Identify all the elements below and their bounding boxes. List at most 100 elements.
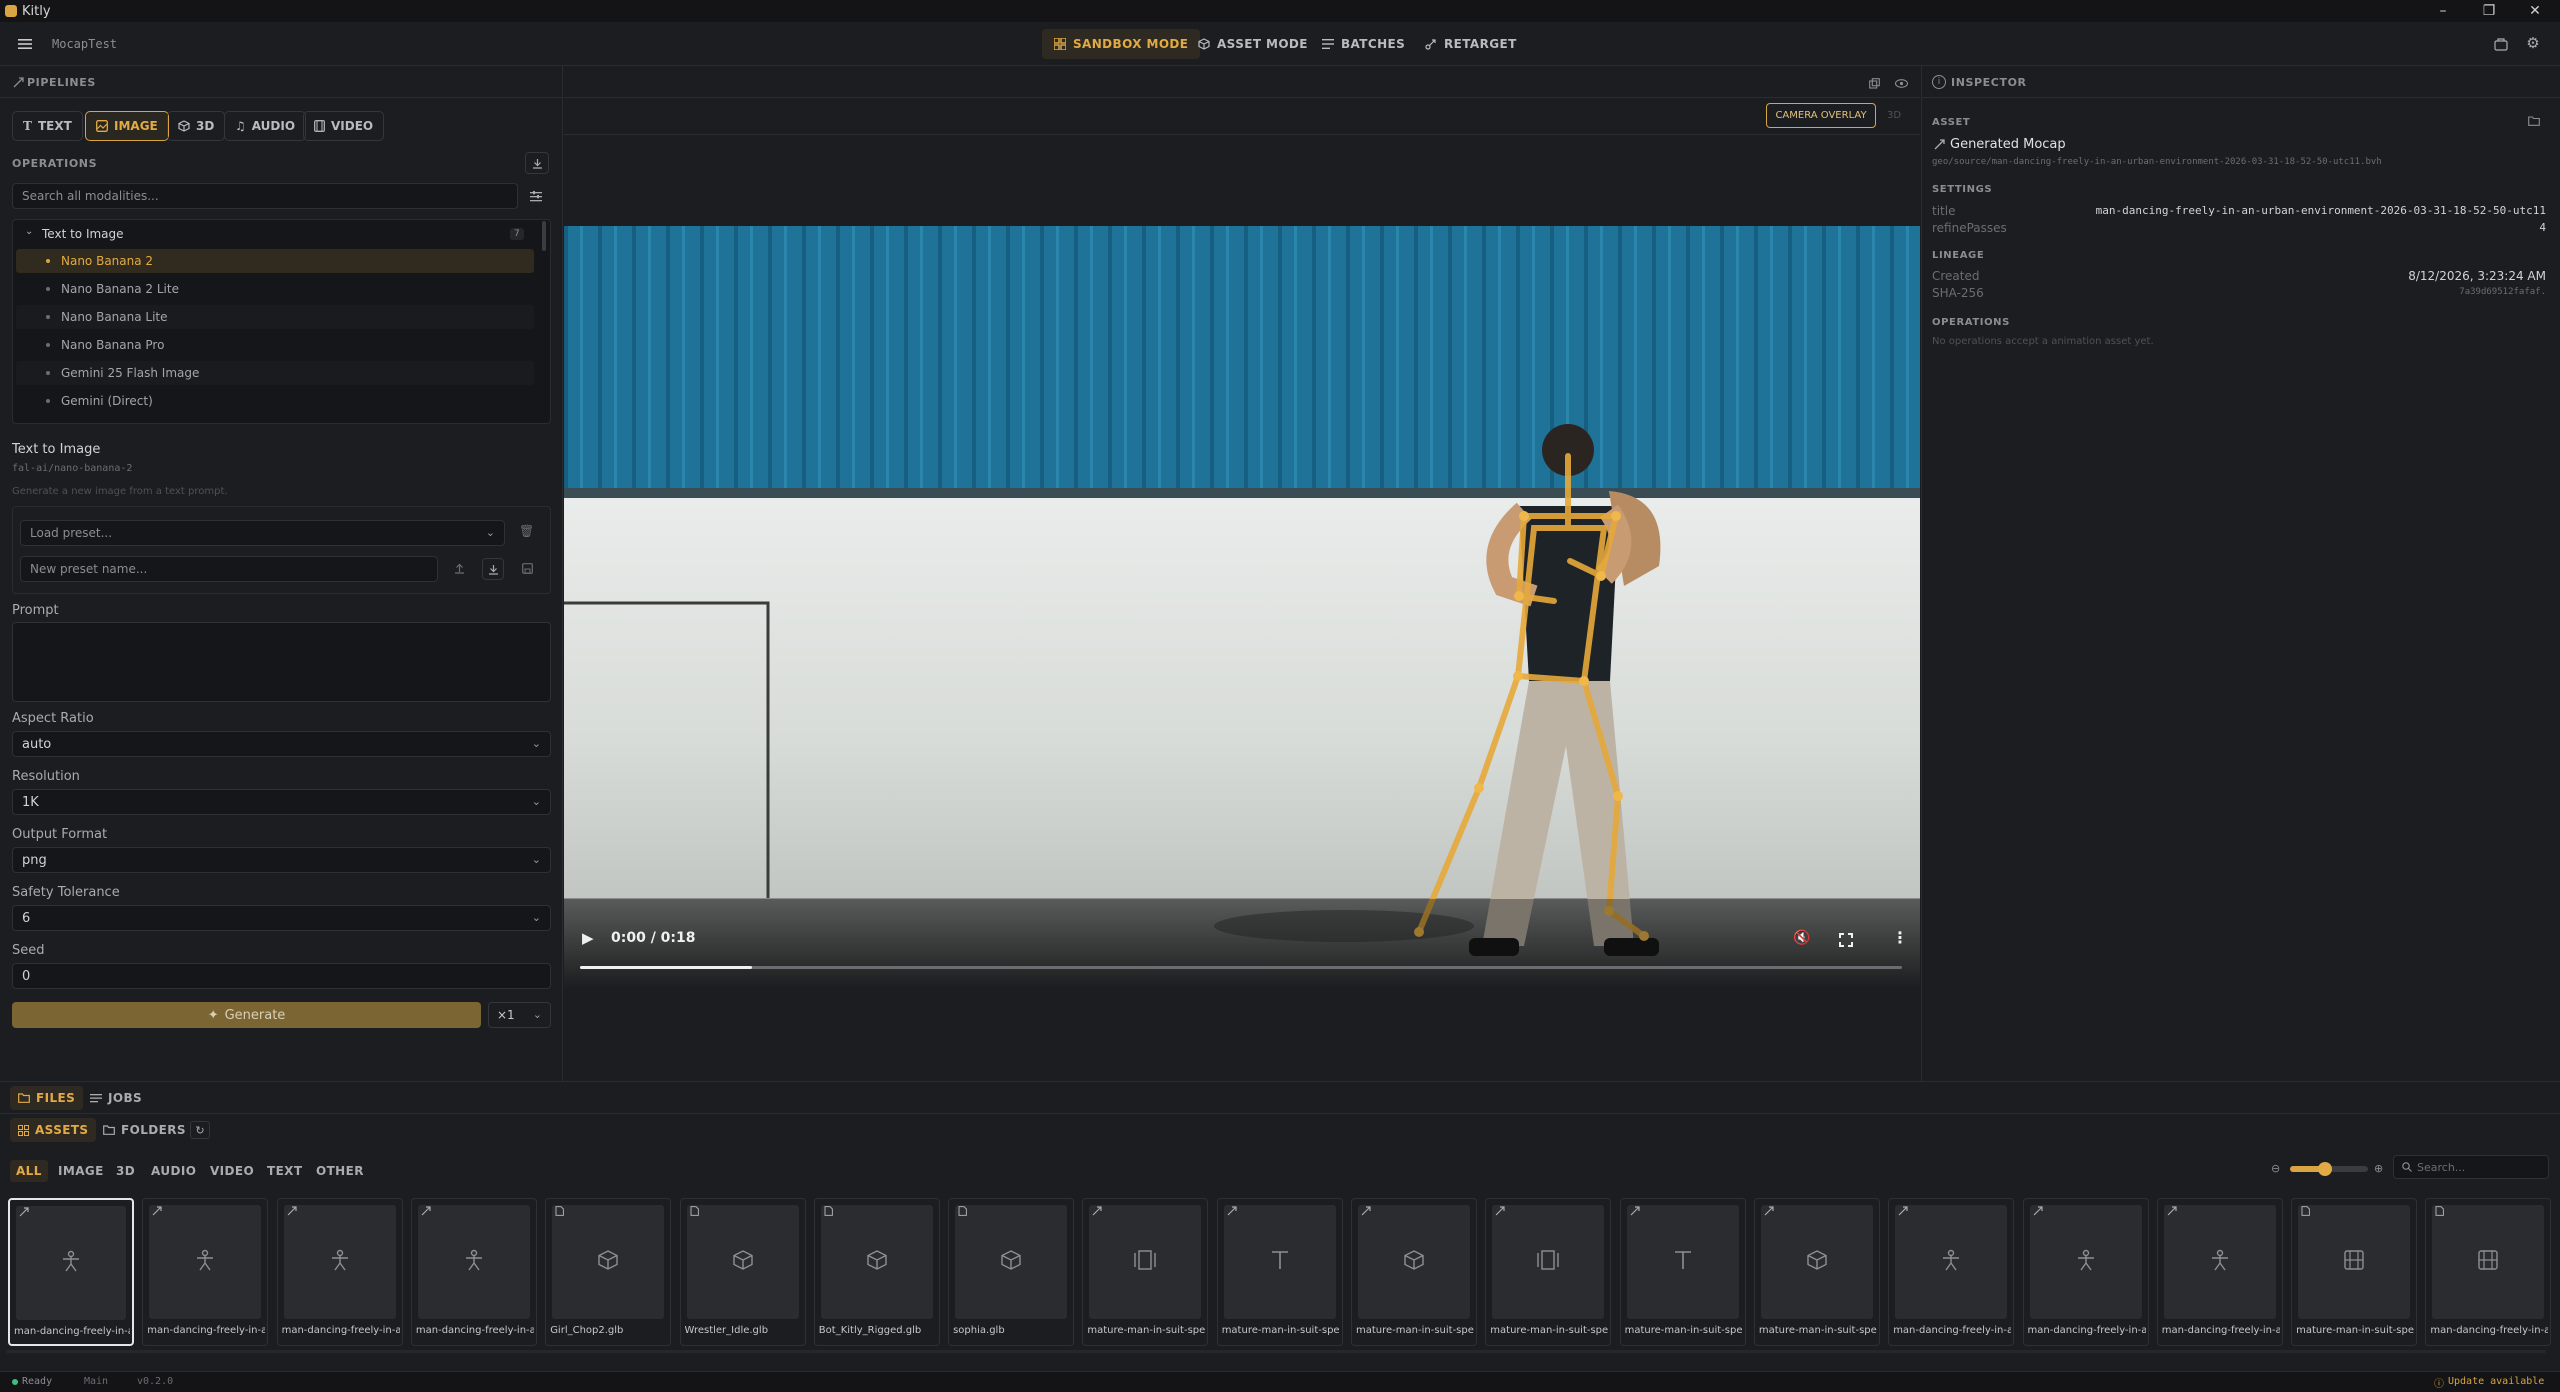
chevron-down-icon[interactable]: ⌄ <box>25 226 33 237</box>
more-options-icon[interactable]: ⋮ <box>1892 928 1908 947</box>
asset-tile[interactable]: Girl_Chop2.glb <box>545 1198 672 1346</box>
zoom-in-icon[interactable]: ⊕ <box>2374 1162 2383 1175</box>
asset-tile[interactable]: mature-man-in-suit-speaking <box>1216 1198 1343 1346</box>
asset-tile[interactable]: man-dancing-freely-in-an-urban <box>2425 1198 2552 1346</box>
asset-tile[interactable]: man-dancing-freely-in-an-urban <box>410 1198 537 1346</box>
modality-tab-3d[interactable]: 3D <box>167 111 226 141</box>
tab-jobs[interactable]: JOBS <box>82 1086 150 1110</box>
tab-assets[interactable]: ASSETS <box>10 1118 97 1142</box>
operations-search-input[interactable]: Search all modalities... <box>12 183 518 209</box>
asset-tile[interactable]: man-dancing-freely-in-an-urban <box>8 1198 134 1346</box>
chevron-down-icon: ⌄ <box>485 526 495 539</box>
filter-3d[interactable]: 3D <box>110 1160 141 1182</box>
modality-tab-video[interactable]: VIDEO <box>303 111 385 141</box>
filter-video[interactable]: VIDEO <box>204 1160 260 1182</box>
asset-tile[interactable]: Bot_Kitly_Rigged.glb <box>813 1198 940 1346</box>
filter-audio[interactable]: AUDIO <box>145 1160 202 1182</box>
asset-tile[interactable]: man-dancing-freely-in-an-urban <box>142 1198 269 1346</box>
camera-overlay-button[interactable]: CAMERA OVERLAY <box>1766 103 1876 128</box>
modality-tab-image[interactable]: IMAGE <box>85 111 169 141</box>
operation-item[interactable]: Gemini (Direct) <box>16 389 534 413</box>
modality-tab-text[interactable]: T TEXT <box>12 111 83 141</box>
filter-image[interactable]: IMAGE <box>52 1160 110 1182</box>
modality-tab-audio[interactable]: ♫ AUDIO <box>224 111 307 141</box>
refresh-icon[interactable]: ↻ <box>190 1121 210 1139</box>
gear-icon[interactable]: ⚙ <box>2525 34 2541 52</box>
asset-tile[interactable]: man-dancing-freely-in-an-urban <box>2022 1198 2149 1346</box>
tab-sandbox-mode[interactable]: SANDBOX MODE <box>1042 29 1201 59</box>
mute-icon[interactable]: 🔇 <box>1793 930 1810 946</box>
grid-icon <box>18 1124 29 1136</box>
output-format-label: Output Format <box>12 827 108 842</box>
asset-tile[interactable]: mature-man-in-suit-speaking <box>1485 1198 1612 1346</box>
generate-button[interactable]: ✦ Generate <box>12 1002 481 1028</box>
asset-name: mature-man-in-suit-speaking <box>1624 1325 1743 1336</box>
close-window-button[interactable]: ✕ <box>2512 0 2558 22</box>
tab-batches[interactable]: BATCHES <box>1310 29 1417 59</box>
operations-scrollbar[interactable] <box>542 221 546 251</box>
update-available-link[interactable]: Update available <box>2448 1376 2544 1387</box>
operation-item[interactable]: Nano Banana 2 Lite <box>16 277 534 301</box>
operation-item[interactable]: Gemini 25 Flash Image <box>16 361 534 385</box>
preset-name-input[interactable]: New preset name... <box>20 556 438 582</box>
asset-tile[interactable]: mature-man-in-suit-speaking <box>2291 1198 2418 1346</box>
filter-text[interactable]: TEXT <box>261 1160 308 1182</box>
asset-tile[interactable]: mature-man-in-suit-speaking <box>1082 1198 1209 1346</box>
prompt-textarea[interactable] <box>12 622 551 702</box>
zoom-slider[interactable] <box>2290 1162 2368 1176</box>
minimize-button[interactable]: – <box>2420 0 2466 22</box>
filter-all[interactable]: ALL <box>10 1160 48 1182</box>
asset-tile[interactable]: mature-man-in-suit-speaking <box>1753 1198 1880 1346</box>
3d-mode-button[interactable]: 3D <box>1887 110 1901 121</box>
asset-tile[interactable]: sophia.glb <box>948 1198 1075 1346</box>
output-format-select[interactable]: png ⌄ <box>12 847 551 873</box>
load-preset-select[interactable]: Load preset... ⌄ <box>20 520 505 546</box>
zoom-out-icon[interactable]: ⊖ <box>2271 1162 2280 1175</box>
safety-tolerance-select[interactable]: 6 ⌄ <box>12 905 551 931</box>
asset-search-input[interactable]: Search... <box>2393 1155 2549 1179</box>
tab-retarget[interactable]: RETARGET <box>1413 29 1529 59</box>
group-label[interactable]: Text to Image <box>42 227 124 241</box>
operation-item-nano-banana-2[interactable]: Nano Banana 2 <box>16 249 534 273</box>
seed-input[interactable]: 0 <box>12 963 551 989</box>
download-icon[interactable] <box>525 152 549 174</box>
fullscreen-icon[interactable] <box>1838 932 1854 948</box>
cube-icon <box>546 1249 670 1277</box>
save-icon[interactable] <box>519 560 535 576</box>
hamburger-menu-icon[interactable] <box>17 36 33 52</box>
asset-tile[interactable]: mature-man-in-suit-speaking <box>1619 1198 1746 1346</box>
folder-icon[interactable] <box>2526 113 2542 129</box>
count-label: ×1 <box>497 1008 515 1022</box>
asset-tile[interactable]: Wrestler_Idle.glb <box>679 1198 806 1346</box>
asset-name: mature-man-in-suit-speaking <box>1221 1325 1340 1336</box>
asset-grid-scrollbar[interactable] <box>6 1350 2546 1353</box>
asset-tile[interactable]: mature-man-in-suit-speaking <box>1351 1198 1477 1346</box>
asset-tile[interactable]: man-dancing-freely-in-an-urban <box>276 1198 403 1346</box>
preset-name-placeholder: New preset name... <box>30 562 148 576</box>
asset-tile[interactable]: man-dancing-freely-in-an-urban <box>1888 1198 2015 1346</box>
play-icon[interactable]: ▶ <box>582 929 594 947</box>
tab-folders[interactable]: FOLDERS <box>95 1118 194 1142</box>
zoom-slider-handle[interactable] <box>2318 1162 2333 1176</box>
asset-tile[interactable]: man-dancing-freely-in-an-urban <box>2156 1198 2283 1346</box>
operation-item[interactable]: Nano Banana Pro <box>16 333 534 357</box>
operation-label: Nano Banana 2 <box>61 254 154 268</box>
tab-files[interactable]: FILES <box>10 1086 84 1110</box>
generate-count-select[interactable]: ×1 ⌄ <box>488 1002 551 1028</box>
filter-other[interactable]: OTHER <box>310 1160 370 1182</box>
file-type-icon <box>555 1206 565 1216</box>
copy-icon[interactable] <box>1866 75 1882 91</box>
maximize-button[interactable]: ❐ <box>2466 0 2512 22</box>
download-preset-icon[interactable] <box>482 558 504 580</box>
resolution-select[interactable]: 1K ⌄ <box>12 789 551 815</box>
tab-asset-mode[interactable]: ASSET MODE <box>1186 29 1320 59</box>
filter-icon[interactable] <box>524 185 548 207</box>
operation-item[interactable]: Nano Banana Lite <box>16 305 534 329</box>
video-progress-track[interactable] <box>580 966 1902 969</box>
eye-icon[interactable] <box>1893 75 1909 91</box>
package-icon[interactable] <box>2493 36 2509 52</box>
trash-icon[interactable]: 🗑 <box>519 524 534 538</box>
aspect-ratio-select[interactable]: auto ⌄ <box>12 731 551 757</box>
upload-icon[interactable] <box>451 560 467 576</box>
video-player[interactable]: ▶ 0:00 / 0:18 🔇 ⋮ <box>564 226 1920 989</box>
